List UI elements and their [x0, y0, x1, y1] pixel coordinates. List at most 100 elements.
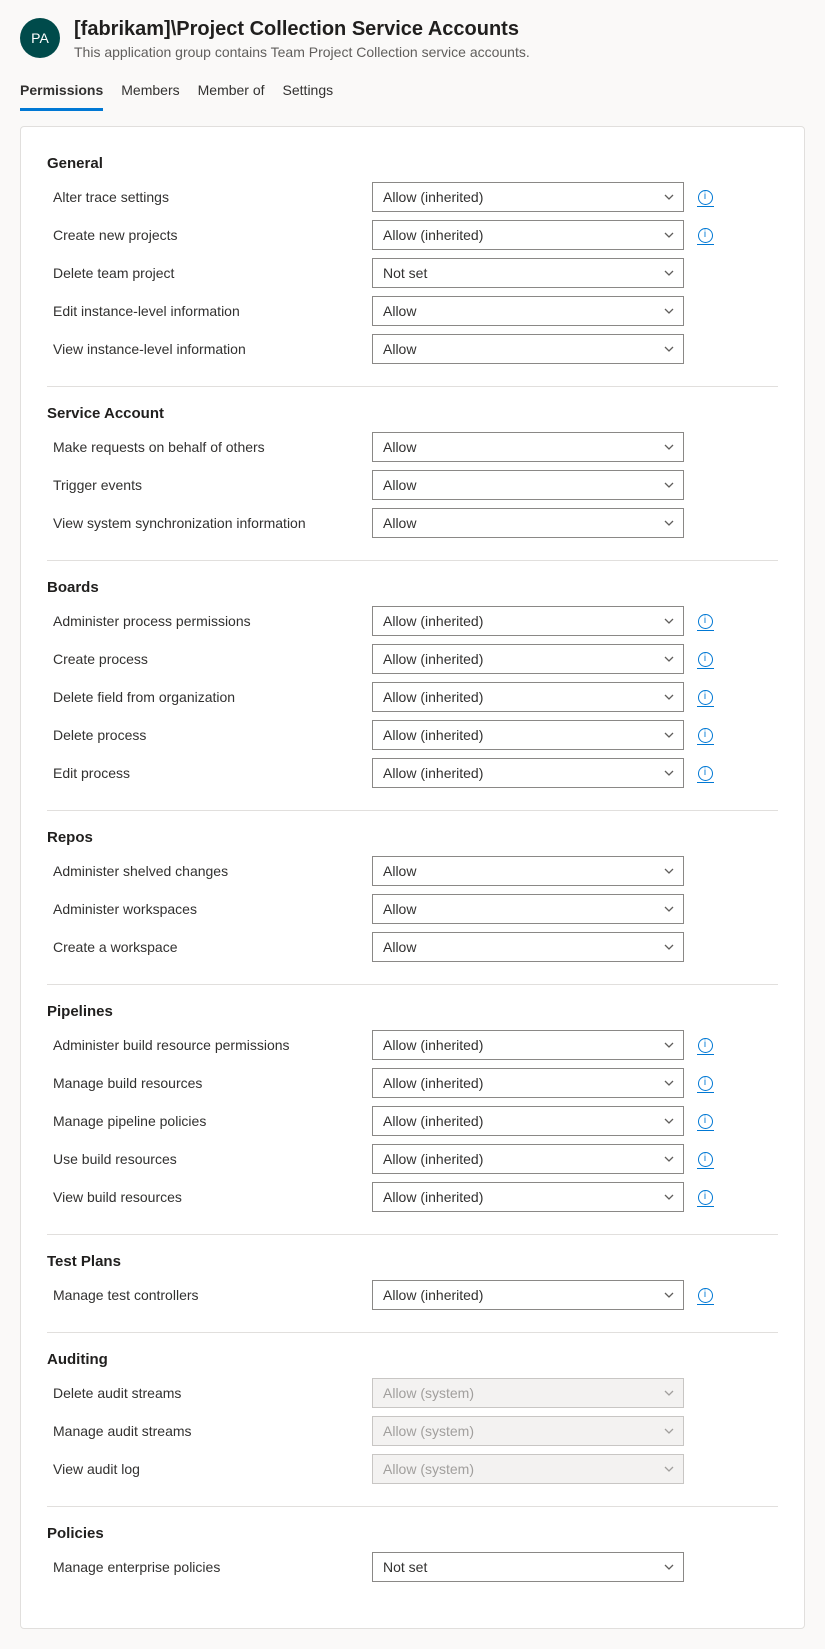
info-column: i — [694, 614, 716, 629]
permission-label: Manage build resources — [47, 1075, 362, 1091]
info-column: i — [694, 1114, 716, 1129]
section: PoliciesManage enterprise policiesNot se… — [47, 1517, 778, 1586]
permission-value: Allow — [383, 515, 416, 531]
permission-label: Delete team project — [47, 265, 362, 281]
permission-value: Allow (inherited) — [383, 727, 483, 743]
permission-value: Not set — [383, 265, 427, 281]
permission-row: Administer process permissionsAllow (inh… — [47, 602, 778, 640]
section-title: Pipelines — [47, 995, 778, 1026]
permission-label: Edit instance-level information — [47, 303, 362, 319]
chevron-down-icon — [663, 1561, 675, 1573]
permission-select[interactable]: Allow (inherited) — [372, 682, 684, 712]
chevron-down-icon — [663, 865, 675, 877]
permission-label: Trigger events — [47, 477, 362, 493]
tab-settings[interactable]: Settings — [283, 76, 334, 111]
section: BoardsAdminister process permissionsAllo… — [47, 571, 778, 792]
permission-value: Allow (system) — [383, 1461, 474, 1477]
info-column: i — [694, 652, 716, 667]
info-icon[interactable]: i — [698, 614, 713, 629]
permission-select[interactable]: Allow (inherited) — [372, 1280, 684, 1310]
info-icon[interactable]: i — [698, 1038, 713, 1053]
permission-select[interactable]: Allow (inherited) — [372, 220, 684, 250]
permission-select[interactable]: Allow — [372, 296, 684, 326]
permission-select: Allow (system) — [372, 1454, 684, 1484]
permission-row: Delete field from organization Allow (inh… — [47, 678, 778, 716]
chevron-down-icon — [663, 1039, 675, 1051]
info-icon[interactable]: i — [698, 1114, 713, 1129]
info-icon[interactable]: i — [698, 728, 713, 743]
permission-value: Allow — [383, 439, 416, 455]
permission-label: View build resources — [47, 1189, 362, 1205]
tab-permissions[interactable]: Permissions — [20, 76, 103, 111]
permission-select[interactable]: Allow — [372, 334, 684, 364]
info-icon[interactable]: i — [698, 1076, 713, 1091]
section-title: Repos — [47, 821, 778, 852]
permission-label: Manage pipeline policies — [47, 1113, 362, 1129]
permission-select[interactable]: Allow (inherited) — [372, 1106, 684, 1136]
permission-label: Create a workspace — [47, 939, 362, 955]
chevron-down-icon — [663, 729, 675, 741]
info-icon[interactable]: i — [698, 652, 713, 667]
permission-select[interactable]: Allow — [372, 932, 684, 962]
section-title: Test Plans — [47, 1245, 778, 1276]
chevron-down-icon — [663, 615, 675, 627]
section-title: Auditing — [47, 1343, 778, 1374]
permission-value: Allow (inherited) — [383, 689, 483, 705]
permission-row: Manage audit streamsAllow (system) — [47, 1412, 778, 1450]
permission-select[interactable]: Allow (inherited) — [372, 644, 684, 674]
permission-select[interactable]: Allow (inherited) — [372, 1030, 684, 1060]
info-icon[interactable]: i — [698, 766, 713, 781]
chevron-down-icon — [663, 1387, 675, 1399]
info-icon[interactable]: i — [698, 690, 713, 705]
chevron-down-icon — [663, 305, 675, 317]
permission-value: Allow — [383, 863, 416, 879]
permission-select[interactable]: Not set — [372, 1552, 684, 1582]
permission-value: Allow (inherited) — [383, 227, 483, 243]
info-icon[interactable]: i — [698, 1288, 713, 1303]
permission-select[interactable]: Allow (inherited) — [372, 1182, 684, 1212]
tab-member-of[interactable]: Member of — [198, 76, 265, 111]
permission-row: View instance-level informationAllow — [47, 330, 778, 368]
info-column: i — [694, 728, 716, 743]
permission-label: Manage test controllers — [47, 1287, 362, 1303]
permission-select[interactable]: Allow (inherited) — [372, 1144, 684, 1174]
permission-select[interactable]: Allow (inherited) — [372, 720, 684, 750]
permission-label: Delete field from organization — [47, 689, 362, 705]
permission-select[interactable]: Allow — [372, 432, 684, 462]
permission-label: View audit log — [47, 1461, 362, 1477]
section: Service AccountMake requests on behalf o… — [47, 397, 778, 542]
info-icon[interactable]: i — [698, 1190, 713, 1205]
permission-select[interactable]: Allow (inherited) — [372, 606, 684, 636]
permission-select[interactable]: Allow — [372, 894, 684, 924]
permission-label: Administer shelved changes — [47, 863, 362, 879]
permission-select[interactable]: Allow (inherited) — [372, 182, 684, 212]
chevron-down-icon — [663, 691, 675, 703]
permission-value: Allow — [383, 477, 416, 493]
permission-select[interactable]: Allow — [372, 470, 684, 500]
permission-value: Allow (inherited) — [383, 1189, 483, 1205]
section-divider — [47, 984, 778, 985]
permission-select[interactable]: Not set — [372, 258, 684, 288]
tab-members[interactable]: Members — [121, 76, 179, 111]
permission-select[interactable]: Allow (inherited) — [372, 758, 684, 788]
permission-value: Allow (inherited) — [383, 1113, 483, 1129]
info-column: i — [694, 1152, 716, 1167]
info-icon[interactable]: i — [698, 1152, 713, 1167]
permission-value: Allow (inherited) — [383, 1037, 483, 1053]
permission-select[interactable]: Allow — [372, 856, 684, 886]
chevron-down-icon — [663, 441, 675, 453]
permission-value: Allow — [383, 939, 416, 955]
info-icon[interactable]: i — [698, 190, 713, 205]
permission-select[interactable]: Allow (inherited) — [372, 1068, 684, 1098]
chevron-down-icon — [663, 267, 675, 279]
permission-value: Allow (inherited) — [383, 1075, 483, 1091]
permission-value: Allow (inherited) — [383, 765, 483, 781]
chevron-down-icon — [663, 903, 675, 915]
info-icon[interactable]: i — [698, 228, 713, 243]
permission-row: Edit processAllow (inherited)i — [47, 754, 778, 792]
permission-select[interactable]: Allow — [372, 508, 684, 538]
permission-value: Allow (inherited) — [383, 651, 483, 667]
permission-label: Alter trace settings — [47, 189, 362, 205]
chevron-down-icon — [663, 1289, 675, 1301]
permission-row: Use build resourcesAllow (inherited)i — [47, 1140, 778, 1178]
